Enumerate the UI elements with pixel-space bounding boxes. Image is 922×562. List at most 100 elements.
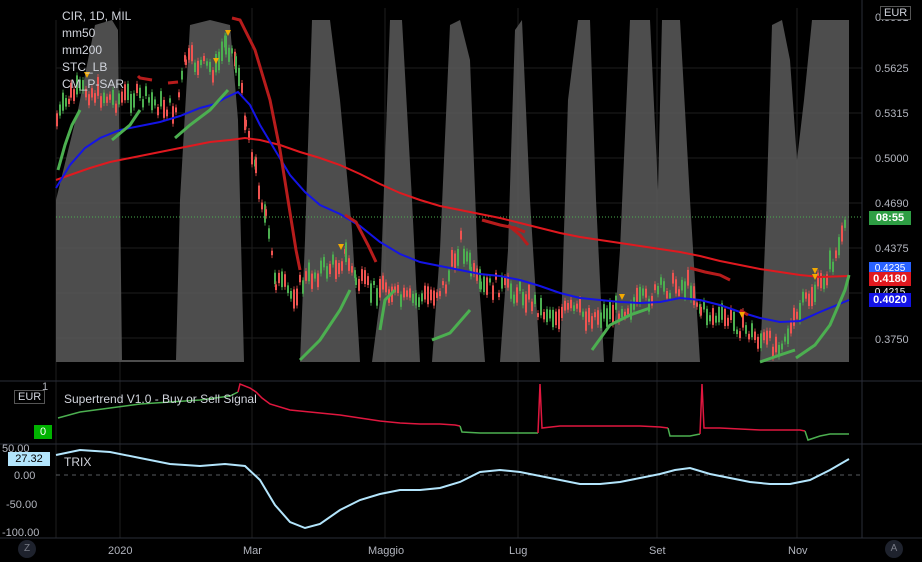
mm50-price-tag: 0.4020 [869,293,911,307]
candle-body [225,35,227,55]
candle-body [693,286,695,306]
candle-body [163,99,165,118]
candle-body [323,257,325,268]
candle-body [415,293,417,306]
candle-body [739,331,741,338]
zoom-toggle-button[interactable]: Z [18,540,36,558]
candle-body [191,45,193,62]
candle-body [160,91,162,107]
candle-body [335,260,337,279]
candle-body [133,93,135,108]
candle-body [181,70,183,80]
time-tick: Maggio [368,545,404,557]
candle-body [103,92,105,104]
currency-badge[interactable]: EUR [880,6,912,20]
price-tick: 0.4375 [875,243,909,255]
candle-body [457,248,459,266]
candle-body [442,281,444,286]
candle-body [59,104,61,116]
time-tick: 2020 [108,545,132,557]
candle-body [609,301,611,320]
candle-body [251,152,253,165]
candle-body [540,298,542,316]
candle-body [552,309,554,328]
candle-body [760,333,762,349]
candle-body [603,304,605,319]
legend-mm50[interactable]: mm50 [62,25,131,42]
candle-body [188,48,190,60]
price-tick: 0.5625 [875,63,909,75]
candle-body [564,300,566,311]
candle-body [781,343,783,350]
legend-stc[interactable]: STC_LB [62,59,131,76]
candle-body [486,277,488,295]
candle-body [525,294,527,313]
time-tick: Nov [788,545,808,557]
supertrend-currency[interactable]: EUR [14,390,46,404]
candle-body [329,263,331,275]
supertrend-title[interactable]: Supertrend V1.0 - Buy or Sell Signal [64,392,257,406]
symbol-title[interactable]: CIR, 1D, MIL [62,8,131,25]
candle-body [397,284,399,294]
candle-body [751,323,753,338]
candle-body [338,263,340,275]
candle-body [808,293,810,306]
candle-body [690,285,692,300]
candle-body [412,293,414,303]
candle-body [784,336,786,342]
candle-body [364,270,366,285]
candle-body [543,312,545,320]
candle-body [245,119,247,127]
candle-body [185,59,187,65]
candle-body [802,291,804,303]
candle-body [169,98,171,103]
candle-body [793,307,795,326]
candle-body [100,96,102,108]
candle-body [805,292,807,299]
candle-body [675,279,677,294]
candle-body [718,307,720,323]
candle-body [476,268,478,281]
legend-psar[interactable]: CM_P-SAR [62,76,131,93]
candle-body [663,281,665,292]
candle-body [585,311,587,331]
candle-body [326,266,328,279]
candle-body [709,315,711,322]
candle-body [172,106,174,124]
candle-body [669,292,671,299]
candle-body [178,92,180,98]
candle-body [684,281,686,299]
chart-canvas[interactable]: 0.5625 0.5315 0.5000 0.4690 0.4375 0.375… [0,0,922,562]
last-price-tag: 08:55 [869,211,911,225]
candle-body [376,288,378,306]
candle-body [308,262,310,282]
time-tick: Mar [243,545,262,557]
candle-body [139,87,141,99]
candle-body [745,325,747,334]
candle-body [130,94,132,113]
candle-body [579,298,581,313]
candle-body [332,254,334,265]
trix-tick: 0.00 [14,470,35,482]
candle-body [463,248,465,264]
candle-body [534,295,536,304]
candle-body [379,278,381,298]
legend-mm200[interactable]: mm200 [62,42,131,59]
candle-body [582,311,584,317]
candle-body [510,283,512,299]
candle-body [561,306,563,318]
candle-body [424,285,426,300]
candle-body [757,336,759,349]
candle-body [600,312,602,328]
candle-body [712,308,714,325]
candle-body [787,328,789,345]
auto-scale-button[interactable]: A [885,540,903,558]
candle-body [370,283,372,303]
candle-body [106,96,108,103]
candle-body [835,250,837,259]
candle-body [427,286,429,305]
trix-title[interactable]: TRIX [64,455,91,469]
candle-body [166,109,168,117]
candle-body [385,282,387,293]
candle-body [700,306,702,316]
